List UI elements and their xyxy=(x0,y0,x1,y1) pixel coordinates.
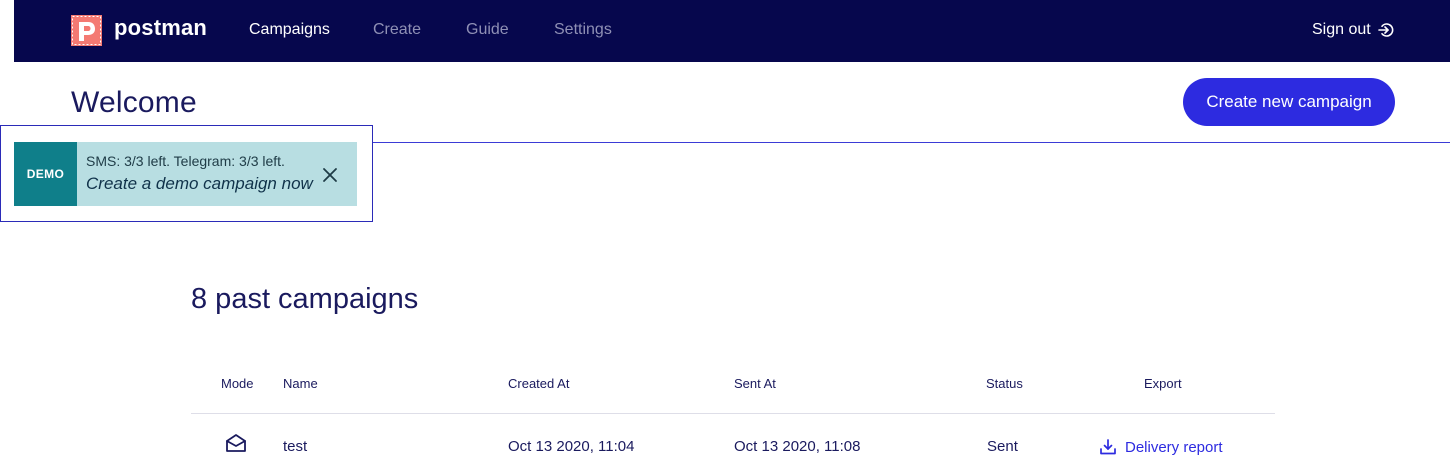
brand-name: postman xyxy=(114,15,208,40)
create-demo-campaign-link[interactable]: Create a demo campaign now xyxy=(86,174,313,194)
nav-item-settings[interactable]: Settings xyxy=(554,21,612,39)
download-icon xyxy=(1100,439,1116,455)
campaign-sent-at: Oct 13 2020, 11:08 xyxy=(734,438,861,455)
sign-out-icon xyxy=(1377,23,1394,37)
column-header-export: Export xyxy=(1144,376,1182,391)
demo-tag: DEMO xyxy=(14,142,77,206)
header-divider xyxy=(372,142,1450,143)
column-header-name: Name xyxy=(283,376,318,391)
campaign-status: Sent xyxy=(987,438,1018,455)
column-header-status: Status xyxy=(986,376,1023,391)
campaign-name[interactable]: test xyxy=(283,438,307,455)
column-header-mode: Mode xyxy=(221,376,254,391)
campaign-created-at: Oct 13 2020, 11:04 xyxy=(508,438,635,455)
nav-item-create[interactable]: Create xyxy=(373,21,421,39)
top-navbar xyxy=(14,0,1450,62)
close-icon[interactable] xyxy=(321,166,339,184)
column-header-created-at: Created At xyxy=(508,376,570,391)
create-new-campaign-button[interactable]: Create new campaign xyxy=(1183,78,1395,126)
demo-quota-text: SMS: 3/3 left. Telegram: 3/3 left. xyxy=(86,153,285,169)
postman-logo-icon[interactable] xyxy=(71,15,102,46)
delivery-report-link[interactable]: Delivery report xyxy=(1099,438,1223,456)
column-header-sent-at: Sent At xyxy=(734,376,776,391)
sign-out-label: Sign out xyxy=(1312,21,1371,38)
demo-banner: DEMO SMS: 3/3 left. Telegram: 3/3 left. … xyxy=(14,142,357,206)
demo-text: SMS: 3/3 left. Telegram: 3/3 left. Creat… xyxy=(77,142,313,206)
delivery-report-label: Delivery report xyxy=(1125,438,1223,456)
sign-out-button[interactable]: Sign out xyxy=(1312,21,1395,39)
envelope-open-icon xyxy=(226,434,246,452)
table-header-divider xyxy=(191,413,1275,414)
nav-item-campaigns[interactable]: Campaigns xyxy=(249,21,330,39)
page-title: Welcome xyxy=(71,86,197,119)
past-campaigns-title: 8 past campaigns xyxy=(191,283,419,315)
nav-item-guide[interactable]: Guide xyxy=(466,21,509,39)
